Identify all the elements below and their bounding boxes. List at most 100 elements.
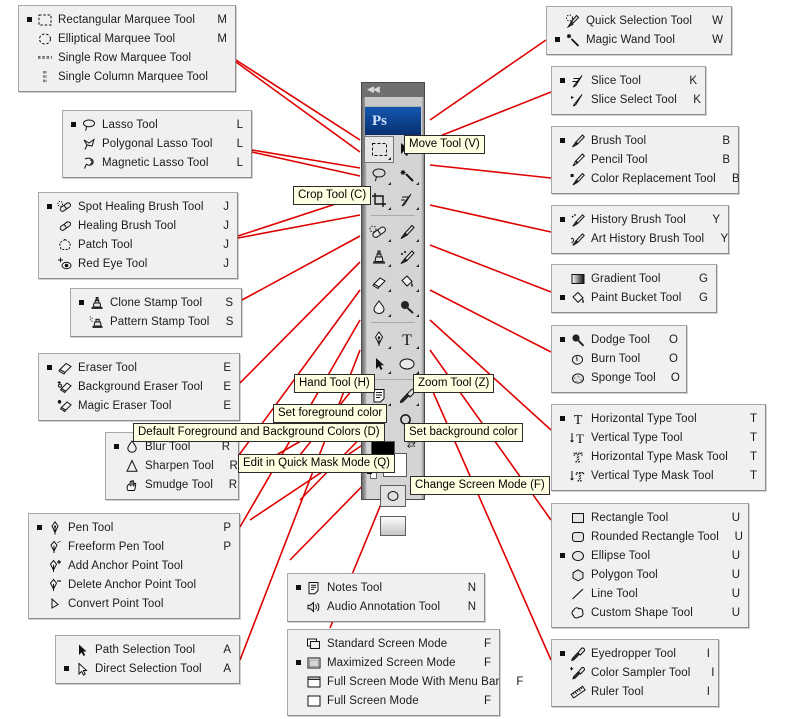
tool-brush[interactable] [393, 219, 421, 244]
tool-marquee[interactable] [364, 136, 394, 163]
menu-item[interactable]: Magic Eraser Tool E [39, 396, 239, 415]
selected-marker-icon [43, 204, 55, 209]
menu-item[interactable]: Slice Tool K [552, 71, 705, 90]
menu-item[interactable]: Dodge Tool O [552, 330, 686, 349]
menu-item[interactable]: Pattern Stamp Tool S [71, 312, 241, 331]
tool-eraser[interactable] [365, 269, 393, 294]
menu-item[interactable]: Single Row Marquee Tool [19, 48, 235, 67]
menu-item[interactable]: Convert Point Tool [29, 594, 239, 613]
selected-marker-icon [556, 337, 568, 342]
palette-collapse-grip[interactable]: ◀◀ [362, 83, 424, 97]
menu-item[interactable]: Full Screen Mode With Menu Bar F [288, 672, 523, 691]
menu-item-shortcut: P [223, 521, 231, 534]
tool-lasso[interactable] [365, 162, 393, 187]
menu-item[interactable]: T Vertical Type Tool T [552, 428, 765, 447]
tool-type[interactable]: T [393, 326, 421, 351]
menu-item[interactable]: Color Replacement Tool B [552, 169, 740, 188]
menu-item[interactable]: Delete Anchor Point Tool [29, 575, 239, 594]
menu-item[interactable]: Direct Selection Tool A [56, 659, 239, 678]
menu-item[interactable]: Paint Bucket Tool G [552, 288, 716, 307]
menu-item[interactable]: Rectangle Tool U [552, 508, 748, 527]
tool-pen[interactable] [365, 326, 393, 351]
freeform-pen-icon [45, 540, 65, 554]
screen-mode-icon[interactable] [380, 516, 406, 536]
menu-item[interactable]: Standard Screen Mode F [288, 634, 499, 653]
menu-item[interactable]: T Vertical Type Mask Tool T [552, 466, 765, 485]
menu-item[interactable]: Ruler Tool I [552, 682, 718, 701]
menu-item[interactable]: Pen Tool P [29, 518, 239, 537]
menu-item[interactable]: Gradient Tool G [552, 269, 716, 288]
menu-item[interactable]: Audio Annotation Tool N [288, 597, 484, 616]
menu-item-label: Direct Selection Tool [95, 662, 202, 675]
panel-path-selection-tools: Path Selection Tool A Direct Selection Too… [55, 635, 240, 684]
pencil-icon [568, 152, 588, 167]
menu-item[interactable]: Quick Selection Tool W [547, 11, 731, 30]
menu-item-label: Ellipse Tool [591, 549, 651, 562]
menu-item[interactable]: Background Eraser Tool E [39, 377, 239, 396]
menu-item[interactable]: Slice Select Tool K [552, 90, 705, 109]
menu-item[interactable]: Rounded Rectangle Tool U [552, 527, 748, 546]
svg-text:T: T [574, 451, 583, 464]
menu-item[interactable]: Eraser Tool E [39, 358, 239, 377]
menu-item[interactable]: Color Sampler Tool I [552, 663, 718, 682]
menu-item[interactable]: Notes Tool N [288, 578, 484, 597]
menu-item[interactable]: Lasso Tool L [63, 115, 251, 134]
eraser-icon [55, 361, 75, 375]
menu-item[interactable]: Art History Brush Tool Y [552, 229, 728, 248]
menu-item[interactable]: Path Selection Tool A [56, 640, 239, 659]
tool-blur[interactable] [365, 294, 393, 319]
menu-item[interactable]: Red Eye Tool J [39, 254, 237, 273]
selected-marker-icon [556, 217, 568, 222]
menu-item[interactable]: Full Screen Mode F [288, 691, 499, 710]
menu-item[interactable]: Add Anchor Point Tool [29, 556, 239, 575]
tool-spot-healing[interactable] [365, 219, 393, 244]
menu-item[interactable]: Ellipse Tool U [552, 546, 748, 565]
menu-item[interactable]: Elliptical Marquee Tool M [19, 29, 235, 48]
menu-item[interactable]: Pencil Tool B [552, 150, 738, 169]
menu-item[interactable]: T Horizontal Type Tool T [552, 409, 765, 428]
menu-item[interactable]: Magic Wand Tool W [547, 30, 731, 49]
menu-item[interactable]: Patch Tool J [39, 235, 237, 254]
menu-item[interactable]: Spot Healing Brush Tool J [39, 197, 237, 216]
menu-item[interactable]: Custom Shape Tool U [552, 603, 748, 622]
menu-item[interactable]: Maximized Screen Mode F [288, 653, 499, 672]
menu-item[interactable]: T Horizontal Type Mask Tool T [552, 447, 765, 466]
tool-clone-stamp[interactable] [365, 244, 393, 269]
line-icon [568, 587, 588, 601]
menu-item-shortcut: J [223, 219, 229, 232]
menu-item-shortcut: B [722, 134, 730, 147]
menu-item-shortcut: T [749, 469, 757, 482]
tool-magic-wand[interactable] [393, 162, 421, 187]
panel-lasso-tools: Lasso Tool L Polygonal Lasso Tool L Magnetic… [62, 110, 252, 178]
menu-item[interactable]: Single Column Marquee Tool [19, 67, 235, 86]
tool-slice[interactable] [393, 187, 421, 212]
menu-item[interactable]: Rectangular Marquee Tool M [19, 10, 235, 29]
background-eraser-icon [55, 380, 75, 394]
tool-ellipse-shape[interactable] [393, 351, 421, 376]
menu-item-shortcut: T [749, 412, 757, 425]
menu-item[interactable]: Polygon Tool U [552, 565, 748, 584]
menu-item[interactable]: Healing Brush Tool J [39, 216, 237, 235]
menu-item[interactable]: History Brush Tool Y [552, 210, 728, 229]
tool-separator-2 [371, 322, 415, 323]
quick-selection-icon [563, 14, 583, 28]
menu-item[interactable]: Sponge Tool O [552, 368, 686, 387]
menu-item[interactable]: Freeform Pen Tool P [29, 537, 239, 556]
menu-item[interactable]: Sharpen Tool R [106, 456, 238, 475]
menu-item[interactable]: Clone Stamp Tool S [71, 293, 241, 312]
menu-item[interactable]: Magnetic Lasso Tool L [63, 153, 251, 172]
menu-item-label: Spot Healing Brush Tool [78, 200, 204, 213]
tool-dodge[interactable] [393, 294, 421, 319]
selected-marker-icon [43, 365, 55, 370]
menu-item[interactable]: Eyedropper Tool I [552, 644, 718, 663]
menu-item[interactable]: Line Tool U [552, 584, 748, 603]
menu-item[interactable]: Burn Tool O [552, 349, 686, 368]
tool-paint-bucket[interactable] [393, 269, 421, 294]
menu-item-shortcut: J [223, 200, 229, 213]
tool-history-brush[interactable] [393, 244, 421, 269]
quick-mask-icon[interactable] [380, 485, 406, 507]
menu-item[interactable]: Polygonal Lasso Tool L [63, 134, 251, 153]
tool-path-selection[interactable] [365, 351, 393, 376]
menu-item[interactable]: Brush Tool B [552, 131, 738, 150]
menu-item[interactable]: Smudge Tool R [106, 475, 238, 494]
